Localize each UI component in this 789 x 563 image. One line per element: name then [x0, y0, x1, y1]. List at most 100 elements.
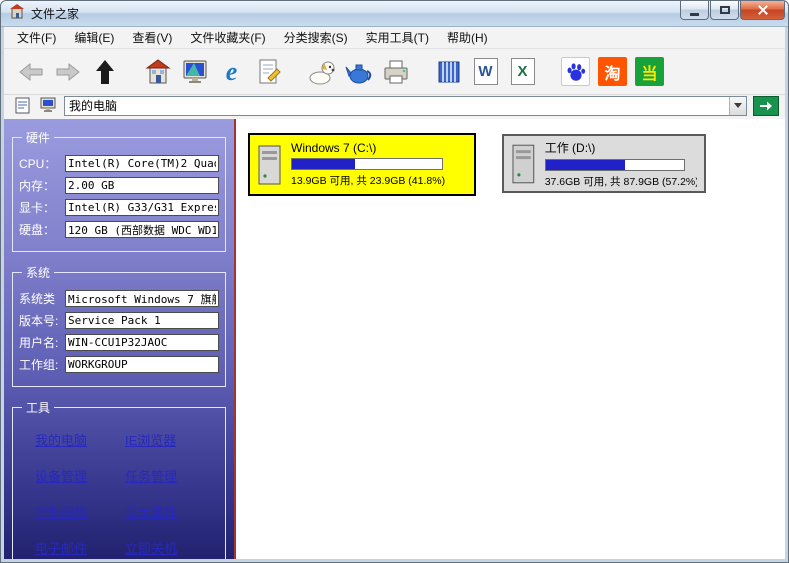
toolbar: e W X 淘 当 — [4, 49, 785, 95]
go-arrow-icon — [760, 101, 772, 110]
menubar: 文件(F) 编辑(E) 查看(V) 文件收藏夹(F) 分类搜索(S) 实用工具(… — [4, 27, 785, 49]
system-group: 系统 系统类 版本号: 用户名: 工作组: — [12, 264, 226, 387]
page-mini-button[interactable] — [12, 97, 32, 115]
tools-links: 我的电脑 IE浏览器 设备管理 任务管理 控制面板 显示属性 电子邮件 立即关机 — [19, 420, 219, 559]
drive-d-name: 工作 (D:\) — [544, 140, 596, 155]
hardware-group-title: 硬件 — [26, 131, 51, 145]
close-icon — [757, 4, 769, 16]
notepad-button[interactable] — [250, 52, 287, 92]
home-icon — [144, 58, 171, 83]
memory-field[interactable] — [65, 177, 219, 194]
menu-view[interactable]: 查看(V) — [123, 27, 181, 48]
app-window: 文件之家 文件(F) 编辑(E) 查看(V) 文件收藏夹(F) 分类搜索(S) … — [0, 0, 789, 563]
utility-pot-button[interactable] — [340, 52, 377, 92]
taobao-icon: 淘 — [598, 57, 627, 86]
system-group-title: 系统 — [26, 266, 51, 280]
word-letter: W — [478, 63, 493, 80]
link-display-properties[interactable]: 显示属性 — [125, 502, 215, 521]
excel-icon: X — [510, 58, 535, 85]
os-type-field[interactable] — [65, 290, 219, 307]
maximize-icon — [719, 6, 730, 14]
disk-label: 硬盘： — [19, 223, 56, 237]
menu-edit[interactable]: 编辑(E) — [65, 27, 123, 48]
address-combobox — [64, 95, 747, 116]
notepad-icon — [259, 59, 281, 83]
drive-c-detail: 13.9GB 可用, 共 23.9GB (41.8%) — [291, 175, 446, 187]
link-device-manager[interactable]: 设备管理 — [35, 466, 125, 485]
print-button[interactable] — [377, 52, 414, 92]
window-title: 文件之家 — [31, 7, 80, 21]
os-type-label: 系统类 — [19, 292, 56, 306]
home-button[interactable] — [139, 52, 176, 92]
link-task-manager[interactable]: 任务管理 — [125, 466, 215, 485]
link-my-computer[interactable]: 我的电脑 — [35, 430, 125, 449]
link-control-panel[interactable]: 控制面板 — [35, 502, 125, 521]
go-button[interactable] — [753, 95, 779, 116]
back-arrow-icon — [18, 62, 42, 81]
app-icon — [9, 3, 25, 24]
menu-help[interactable]: 帮助(H) — [438, 27, 497, 48]
menu-utilities[interactable]: 实用工具(T) — [357, 27, 438, 48]
up-arrow-icon — [95, 59, 114, 84]
dangdang-button[interactable]: 当 — [631, 52, 668, 92]
drive-c-name: Windows 7 (C:\) — [291, 141, 377, 155]
link-shutdown[interactable]: 立即关机 — [125, 538, 215, 557]
disk-field[interactable] — [65, 221, 219, 238]
username-field[interactable] — [65, 334, 219, 351]
display-button[interactable] — [176, 52, 213, 92]
cpu-label: CPU： — [19, 157, 57, 171]
hard-drive-icon — [258, 145, 281, 184]
word-button[interactable]: W — [467, 52, 504, 92]
version-label: 版本号: — [19, 314, 59, 328]
accordion-folder-icon — [438, 61, 459, 82]
computer-icon — [40, 97, 56, 112]
link-ie-browser[interactable]: IE浏览器 — [125, 430, 215, 449]
minimize-button[interactable] — [680, 1, 709, 20]
baidu-button[interactable] — [557, 52, 594, 92]
menu-favorites[interactable]: 文件收藏夹(F) — [181, 27, 274, 48]
up-button[interactable] — [86, 52, 123, 92]
address-dropdown-button[interactable] — [729, 96, 746, 115]
link-email[interactable]: 电子邮件 — [35, 538, 125, 557]
username-label: 用户名: — [19, 336, 59, 350]
toolbar-utility-group — [303, 52, 414, 92]
window-controls — [680, 1, 786, 20]
titlebar: 文件之家 — [1, 1, 788, 27]
workgroup-field[interactable] — [65, 356, 219, 373]
gpu-field[interactable] — [65, 199, 219, 216]
drive-d-detail: 37.6GB 可用, 共 87.9GB (57.2%) — [544, 175, 697, 188]
addressbar — [4, 95, 785, 119]
maximize-button[interactable] — [710, 1, 739, 20]
building-icon — [10, 4, 24, 19]
workgroup-label: 工作组: — [19, 358, 59, 372]
menu-category-search[interactable]: 分类搜索(S) — [275, 27, 357, 48]
forward-arrow-icon — [56, 62, 80, 81]
toolbar-web-group: 淘 当 — [557, 52, 668, 92]
favorites-book-button[interactable] — [430, 52, 467, 92]
search-dog-icon — [309, 61, 334, 84]
cpu-row: CPU： — [19, 155, 219, 172]
sidebar: 硬件 CPU： 内存： 显卡： 硬盘： 系 — [4, 119, 234, 559]
drive-c-item[interactable]: Windows 7 (C:\) 13.9GB 可用, 共 23.9GB (41.… — [248, 133, 476, 196]
address-input[interactable] — [65, 96, 729, 115]
close-button[interactable] — [740, 1, 785, 20]
toolbar-nav-group — [12, 52, 123, 92]
toolbar-view-group: e — [139, 52, 287, 92]
page-icon — [15, 97, 29, 114]
teapot-icon — [345, 64, 371, 83]
cpu-field[interactable] — [65, 155, 219, 172]
workgroup-row: 工作组: — [19, 356, 219, 373]
word-icon: W — [473, 58, 498, 85]
ie-button[interactable]: e — [213, 52, 250, 92]
disk-row: 硬盘： — [19, 221, 219, 238]
computer-mini-button[interactable] — [38, 97, 58, 115]
drive-panel: Windows 7 (C:\) 13.9GB 可用, 共 23.9GB (41.… — [234, 119, 785, 559]
excel-button[interactable]: X — [504, 52, 541, 92]
search-button[interactable] — [303, 52, 340, 92]
back-button[interactable] — [12, 52, 49, 92]
menu-file[interactable]: 文件(F) — [8, 27, 65, 48]
version-field[interactable] — [65, 312, 219, 329]
forward-button[interactable] — [49, 52, 86, 92]
taobao-button[interactable]: 淘 — [594, 52, 631, 92]
drive-d-item[interactable]: 工作 (D:\) 37.6GB 可用, 共 87.9GB (57.2%) — [502, 134, 706, 193]
